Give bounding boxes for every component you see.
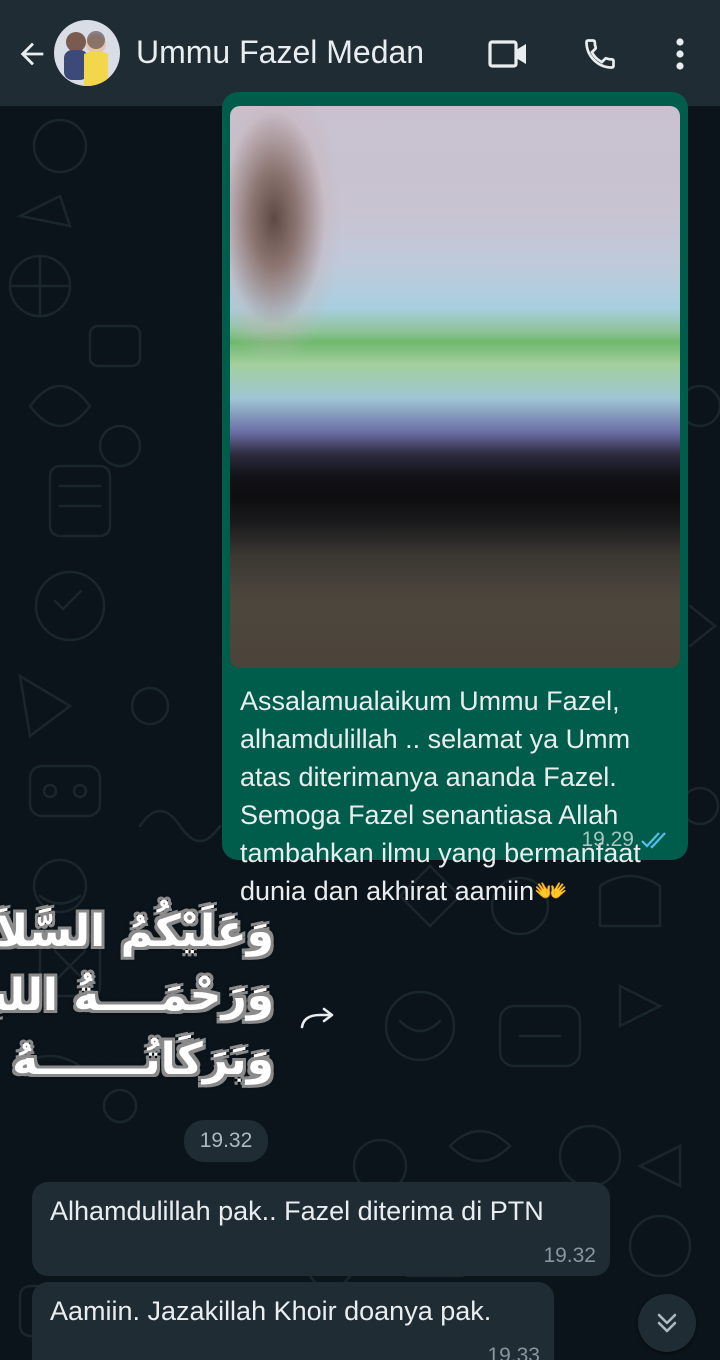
back-button[interactable]	[14, 36, 50, 72]
voice-call-button[interactable]	[576, 30, 624, 78]
sticker-message[interactable]: وَعَلَيْكُمُ السَّلاَمُ وَرَحْمَــــةُ ا…	[0, 900, 274, 1100]
more-options-button[interactable]	[656, 30, 704, 78]
video-camera-icon	[488, 40, 526, 68]
contact-avatar[interactable]	[54, 20, 120, 86]
chat-header: Ummu Fazel Medan	[0, 0, 720, 106]
more-vertical-icon	[676, 38, 684, 70]
message-time: 19.29	[581, 828, 634, 851]
avatar-photo	[54, 20, 120, 86]
message-text: Aamiin. Jazakillah Khoir doanya pak.	[50, 1296, 492, 1326]
video-call-button[interactable]	[484, 30, 532, 78]
forward-button[interactable]	[296, 1000, 340, 1040]
message-time: 19.32	[543, 1244, 596, 1267]
sticker-line-1: وَعَلَيْكُمُ السَّلاَمُ	[0, 906, 274, 957]
sticker-line-2: وَرَحْمَــــةُ اللهِ	[0, 970, 274, 1021]
scroll-to-bottom-button[interactable]	[638, 1294, 696, 1352]
photo-detail	[230, 106, 340, 356]
arrow-left-icon	[20, 42, 44, 66]
message-text: Alhamdulillah pak.. Fazel diterima di PT…	[50, 1196, 544, 1226]
message-photo[interactable]	[230, 106, 680, 668]
message-meta: 19.29	[581, 828, 670, 852]
phone-icon	[585, 39, 615, 69]
message-time: 19.33	[487, 1344, 540, 1360]
incoming-message[interactable]: Alhamdulillah pak.. Fazel diterima di PT…	[32, 1182, 610, 1276]
forward-arrow-icon	[300, 1007, 334, 1029]
outgoing-image-message[interactable]: Assalamualaikum Ummu Fazel, alhamdulilla…	[222, 92, 688, 906]
incoming-message[interactable]: Aamiin. Jazakillah Khoir doanya pak. 19.…	[32, 1282, 554, 1360]
double-chevron-down-icon	[657, 1313, 677, 1333]
message-text: Assalamualaikum Ummu Fazel, alhamdulilla…	[240, 686, 641, 906]
sticker-line-3: وَبَرَكَاتُـــــــهُ	[12, 1034, 274, 1085]
sticker-time: 19.32	[184, 1120, 268, 1162]
chat-screen: Ummu Fazel Medan Assalamualaikum Ummu Fa…	[0, 0, 720, 1360]
contact-name[interactable]: Ummu Fazel Medan	[136, 34, 424, 71]
double-check-read-icon	[641, 832, 666, 849]
